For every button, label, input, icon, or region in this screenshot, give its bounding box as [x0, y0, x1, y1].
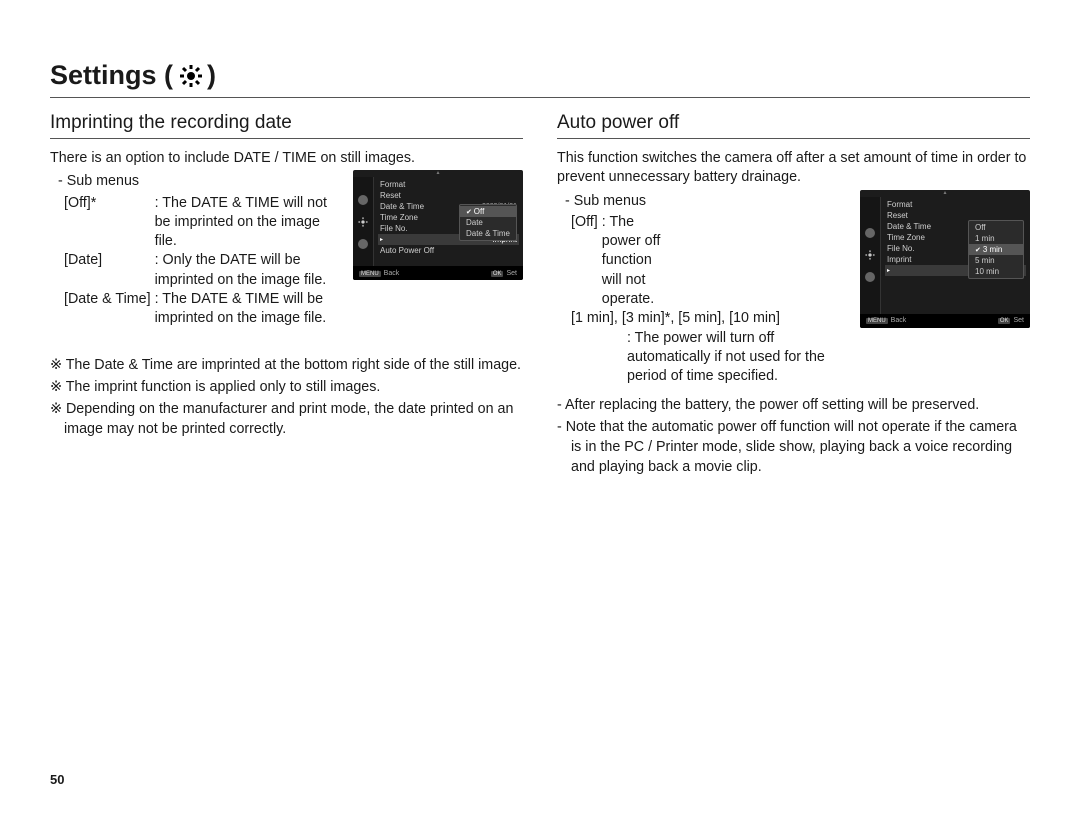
section-title-autopoweroff: Auto power off [557, 112, 1030, 139]
page-header: Settings ( ) [50, 60, 1030, 98]
note-item: ※ Depending on the manufacturer and prin… [50, 399, 523, 439]
def-term: [Date] [64, 251, 151, 290]
gear-icon [358, 217, 368, 227]
chevron-up-icon: ▴ [860, 190, 1030, 197]
camera-footer: MENUBack OKSet [353, 266, 523, 280]
camera-popup-option: Off [969, 222, 1023, 233]
gear-icon [179, 64, 203, 88]
camera-menu-item: Format [378, 179, 519, 190]
camera-popup-option: Date & Time [460, 228, 516, 239]
mode-dot-icon [358, 195, 368, 205]
camera-footer-back: MENUBack [866, 317, 906, 324]
camera-footer: MENUBack OKSet [860, 314, 1030, 328]
def-desc: : The power off function will not operat… [602, 213, 670, 309]
camera-popup-option: 1 min [969, 233, 1023, 244]
left-column: Imprinting the recording date There is a… [50, 112, 523, 479]
page-title-text-open: Settings ( [50, 60, 173, 91]
def-term: [Date & Time] [64, 290, 151, 329]
mode-dot-icon [865, 228, 875, 238]
camera-screenshot-autopoweroff: ▴ Format Reset Date & Time [860, 190, 1030, 328]
mode-dot-icon [865, 272, 875, 282]
camera-popup-imprint: Off Date Date & Time [459, 204, 517, 241]
gear-icon [865, 250, 875, 260]
camera-popup-option-selected: 3 min [969, 244, 1023, 255]
right-definitions: [Off] : The power off function will not … [557, 213, 850, 309]
page-number: 50 [50, 772, 64, 787]
note-item: ※ The Date & Time are imprinted at the b… [50, 355, 523, 375]
left-notes: ※ The Date & Time are imprinted at the b… [50, 355, 523, 439]
camera-popup-autopoweroff: Off 1 min 3 min 5 min 10 min [968, 220, 1024, 279]
camera-menu-item: Format [885, 199, 1026, 210]
camera-footer-back: MENUBack [359, 270, 399, 277]
camera-footer-set: OKSet [998, 317, 1024, 324]
camera-popup-option-selected: Off [460, 206, 516, 217]
camera-footer-set: OKSet [491, 270, 517, 277]
left-definitions: [Off]* : The DATE & TIME will not be imp… [50, 194, 343, 329]
camera-popup-option: 10 min [969, 266, 1023, 277]
camera-screenshot-imprint: ▴ Format Reset Date & Time2009/ [353, 170, 523, 280]
camera-icon-column [353, 177, 374, 266]
camera-popup-option: 5 min [969, 255, 1023, 266]
def-term: [Off]* [64, 194, 151, 252]
bullet-item: - After replacing the battery, the power… [557, 395, 1030, 415]
right-intro: This function switches the camera off af… [557, 149, 1030, 188]
def-desc: : Only the DATE will be imprinted on the… [155, 251, 343, 290]
def-desc: : The DATE & TIME will not be imprinted … [155, 194, 343, 252]
left-intro: There is an option to include DATE / TIM… [50, 149, 523, 168]
camera-menu-item: Reset [378, 190, 519, 201]
camera-popup-option: Date [460, 217, 516, 228]
def-desc-long: : The power will turn off automatically … [557, 329, 1030, 387]
section-title-imprint: Imprinting the recording date [50, 112, 523, 139]
right-bullets: - After replacing the battery, the power… [557, 395, 1030, 477]
bullet-item: - Note that the automatic power off func… [557, 417, 1030, 477]
camera-menu-item: Auto Power Off [378, 245, 519, 256]
def-term: [Off] [571, 213, 598, 309]
chevron-up-icon: ▴ [353, 170, 523, 177]
mode-dot-icon [358, 239, 368, 249]
camera-icon-column [860, 197, 881, 314]
def-desc: : The DATE & TIME will be imprinted on t… [155, 290, 343, 329]
camera-menu-item: Reset [885, 210, 1026, 221]
page-title-text-close: ) [207, 60, 216, 91]
right-column: Auto power off This function switches th… [557, 112, 1030, 479]
note-item: ※ The imprint function is applied only t… [50, 377, 523, 397]
